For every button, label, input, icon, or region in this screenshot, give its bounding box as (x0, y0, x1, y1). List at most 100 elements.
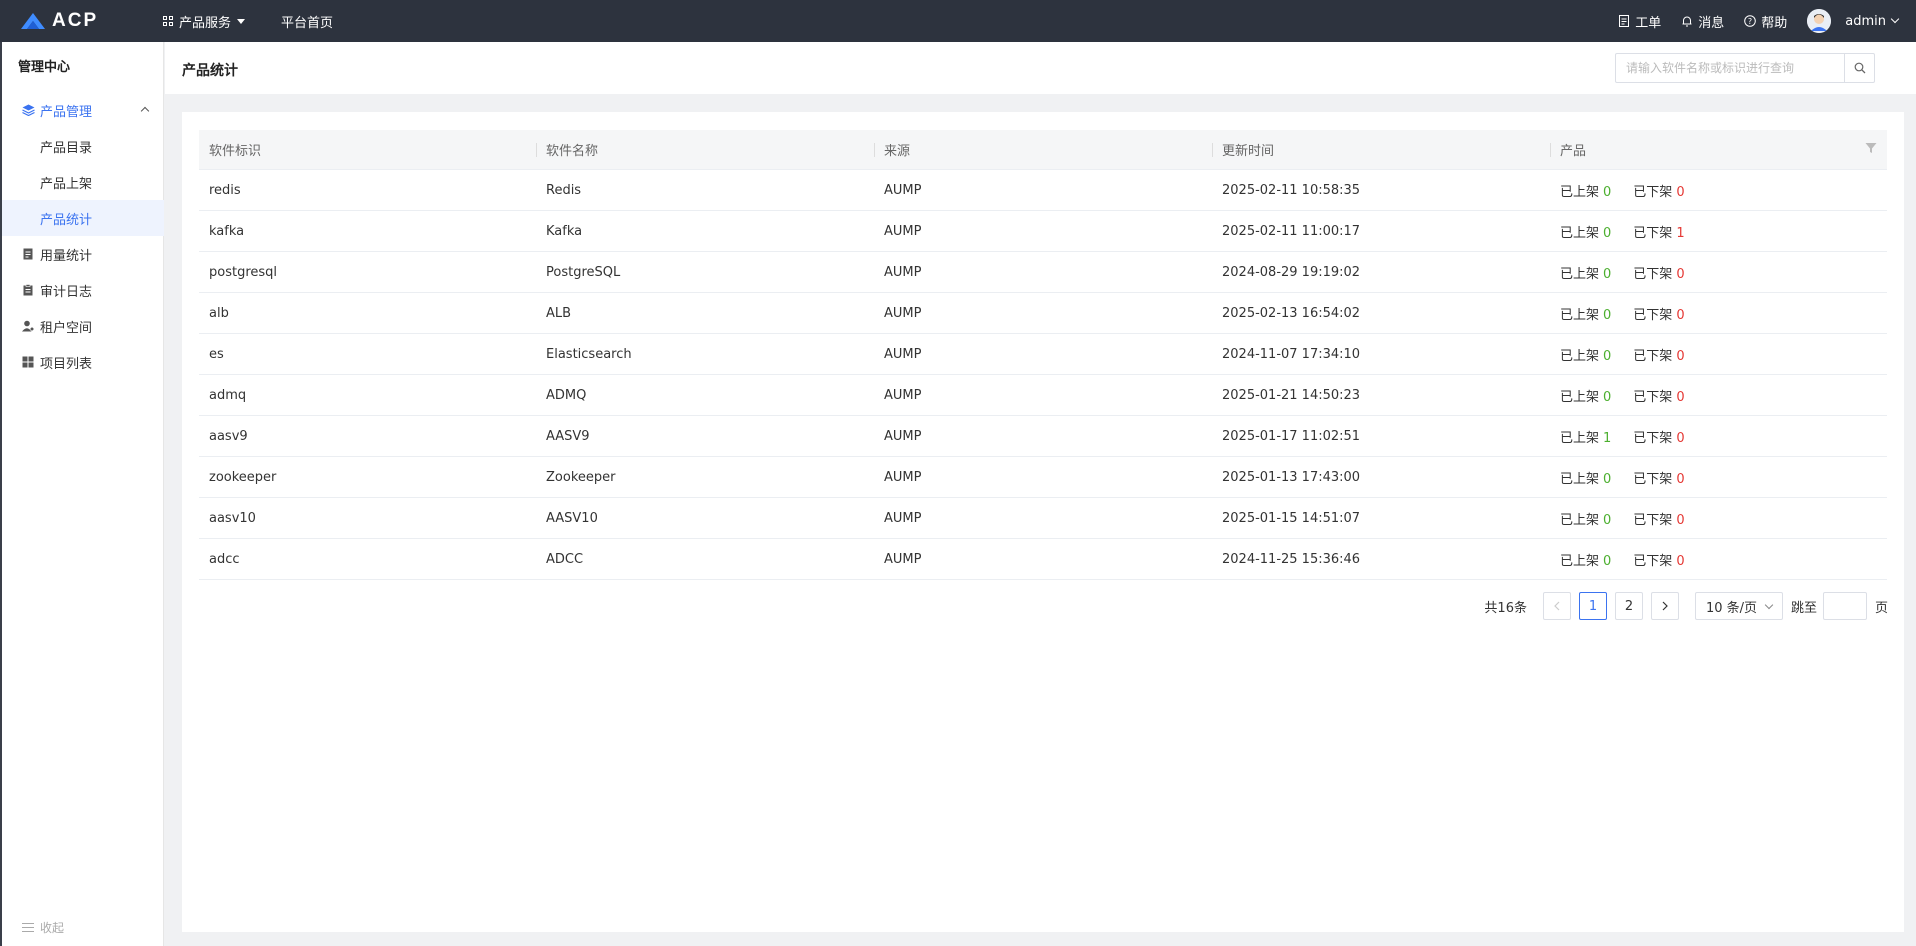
platform-home-link[interactable]: 平台首页 (281, 12, 333, 31)
clipboard-icon (22, 284, 34, 296)
cell-software-name: Zookeeper (546, 469, 616, 485)
content-card: 软件标识 软件名称 来源 更新时间 产品 redis Redis AUMP 2025-… (182, 112, 1904, 932)
message-link[interactable]: 消息 (1681, 12, 1724, 31)
product-stats-table: 软件标识 软件名称 来源 更新时间 产品 redis Redis AUMP 2025-… (199, 130, 1887, 580)
logo[interactable]: ACP (20, 10, 120, 32)
column-separator (1550, 142, 1551, 157)
cell-software-name: ALB (546, 305, 572, 321)
sidebar: 管理中心 产品管理 产品目录 产品上架 产品统计 用量统计 审计日志 租户空间 … (0, 42, 164, 946)
unlisted-count: 1 (1676, 225, 1685, 241)
unlisted-label: 已下架 (1633, 430, 1673, 446)
cell-software-id: admq (209, 387, 247, 403)
table-body: redis Redis AUMP 2025-02-11 10:58:35 已上架 0 已下架… (199, 170, 1887, 580)
cell-source: AUMP (884, 469, 922, 485)
chevron-up-icon (140, 106, 150, 116)
cell-software-id: aasv9 (209, 428, 248, 444)
sidebar-item-label: 租户空间 (40, 320, 93, 336)
jump-page-input[interactable] (1823, 593, 1866, 619)
unlisted-label: 已下架 (1633, 553, 1673, 569)
table-row: redis Redis AUMP 2025-02-11 10:58:35 已上架 0 已下架… (199, 170, 1887, 211)
cell-updated-time: 2025-02-11 10:58:35 (1222, 182, 1361, 198)
sidebar-item-project-list[interactable]: 项目列表 (2, 344, 164, 380)
apps-grid-icon (163, 15, 174, 27)
page-button-1[interactable]: 1 (1578, 592, 1607, 620)
sidebar-group-label: 产品管理 (40, 104, 93, 120)
unlisted-count: 0 (1676, 553, 1685, 569)
cell-product-status: 已上架 0 已下架 0 (1550, 509, 1887, 528)
cell-product-status: 已上架 0 已下架 0 (1550, 550, 1887, 569)
sidebar-title: 管理中心 (18, 60, 71, 75)
listed-label: 已上架 (1560, 348, 1600, 364)
listed-count: 0 (1603, 307, 1612, 323)
listed-label: 已上架 (1560, 307, 1600, 323)
product-services-menu[interactable]: 产品服务 (163, 12, 246, 31)
help-link[interactable]: ? 帮助 (1744, 12, 1787, 31)
cell-updated-time: 2024-11-07 17:34:10 (1222, 346, 1361, 362)
listed-count: 0 (1603, 348, 1612, 364)
table-row: es Elasticsearch AUMP 2024-11-07 17:34:10 已上… (199, 334, 1887, 375)
cell-software-name: AASV10 (546, 510, 598, 526)
column-header-updated-time: 更新时间 (1212, 130, 1550, 170)
help-label: 帮助 (1761, 15, 1788, 31)
bell-icon (1681, 15, 1693, 27)
chevron-down-icon (1890, 14, 1900, 24)
unlisted-label: 已下架 (1633, 266, 1673, 282)
collapse-label: 收起 (40, 921, 65, 935)
column-header-label: 更新时间 (1222, 144, 1275, 159)
cell-updated-time: 2024-11-25 15:36:46 (1222, 551, 1361, 567)
cell-product-status: 已上架 0 已下架 0 (1550, 345, 1887, 364)
sidebar-item-label: 用量统计 (40, 248, 93, 264)
ticket-link[interactable]: 工单 (1618, 12, 1661, 31)
unlisted-count: 0 (1676, 266, 1685, 282)
unlisted-label: 已下架 (1633, 184, 1673, 200)
unlisted-label: 已下架 (1633, 389, 1673, 405)
column-header-product: 产品 (1550, 130, 1887, 170)
table-row: zookeeper Zookeeper AUMP 2025-01-13 17:43:0… (199, 457, 1887, 498)
listed-count: 0 (1603, 184, 1612, 200)
cell-software-id: es (209, 346, 224, 362)
filter-icon[interactable] (1865, 142, 1877, 158)
user-name: admin (1845, 13, 1886, 29)
search-box (1615, 53, 1875, 83)
cell-software-name: Kafka (546, 223, 583, 239)
table-row: aasv9 AASV9 AUMP 2025-01-17 11:02:51 已上架 1 已下架… (199, 416, 1887, 457)
page-button-2[interactable]: 2 (1614, 592, 1643, 620)
avatar[interactable] (1807, 9, 1832, 33)
chevron-down-icon (1764, 600, 1774, 610)
page-size-select[interactable]: 10 条/页 (1694, 592, 1783, 620)
sidebar-item-audit-log[interactable]: 审计日志 (2, 272, 164, 308)
listed-count: 0 (1603, 512, 1612, 528)
unlisted-count: 0 (1676, 307, 1685, 323)
cell-software-id: zookeeper (209, 469, 277, 485)
listed-label: 已上架 (1560, 389, 1600, 405)
listed-label: 已上架 (1560, 184, 1600, 200)
sidebar-item-usage-stats[interactable]: 用量统计 (2, 236, 164, 272)
listed-count: 0 (1603, 389, 1612, 405)
cell-software-name: Redis (546, 182, 582, 198)
cell-source: AUMP (884, 387, 922, 403)
prev-page-button[interactable] (1542, 592, 1571, 620)
cell-product-status: 已上架 0 已下架 0 (1550, 263, 1887, 282)
cell-updated-time: 2025-01-15 14:51:07 (1222, 510, 1361, 526)
table-row: postgresql PostgreSQL AUMP 2024-08-29 19:19… (199, 252, 1887, 293)
ticket-icon (1618, 15, 1630, 27)
product-services-label: 产品服务 (179, 15, 232, 31)
cell-software-id: redis (209, 182, 241, 198)
listed-label: 已上架 (1560, 553, 1600, 569)
collapse-sidebar-button[interactable]: 收起 (22, 919, 64, 936)
chevron-right-icon (1662, 601, 1668, 611)
sidebar-item-product-listing[interactable]: 产品上架 (2, 164, 164, 200)
sidebar-group-product-management[interactable]: 产品管理 (2, 92, 164, 128)
search-button[interactable] (1844, 54, 1874, 82)
next-page-button[interactable] (1650, 592, 1679, 620)
sidebar-item-product-stats[interactable]: 产品统计 (2, 200, 164, 236)
grid-icon (22, 356, 34, 368)
listed-count: 0 (1603, 471, 1612, 487)
logo-text: ACP (52, 10, 99, 31)
table-row: admq ADMQ AUMP 2025-01-21 14:50:23 已上架 0 已下架 0 (199, 375, 1887, 416)
search-input[interactable] (1616, 54, 1846, 82)
cell-software-name: AASV9 (546, 428, 590, 444)
user-menu[interactable]: admin (1845, 13, 1900, 29)
sidebar-item-product-catalog[interactable]: 产品目录 (2, 128, 164, 164)
sidebar-item-tenant-space[interactable]: 租户空间 (2, 308, 164, 344)
